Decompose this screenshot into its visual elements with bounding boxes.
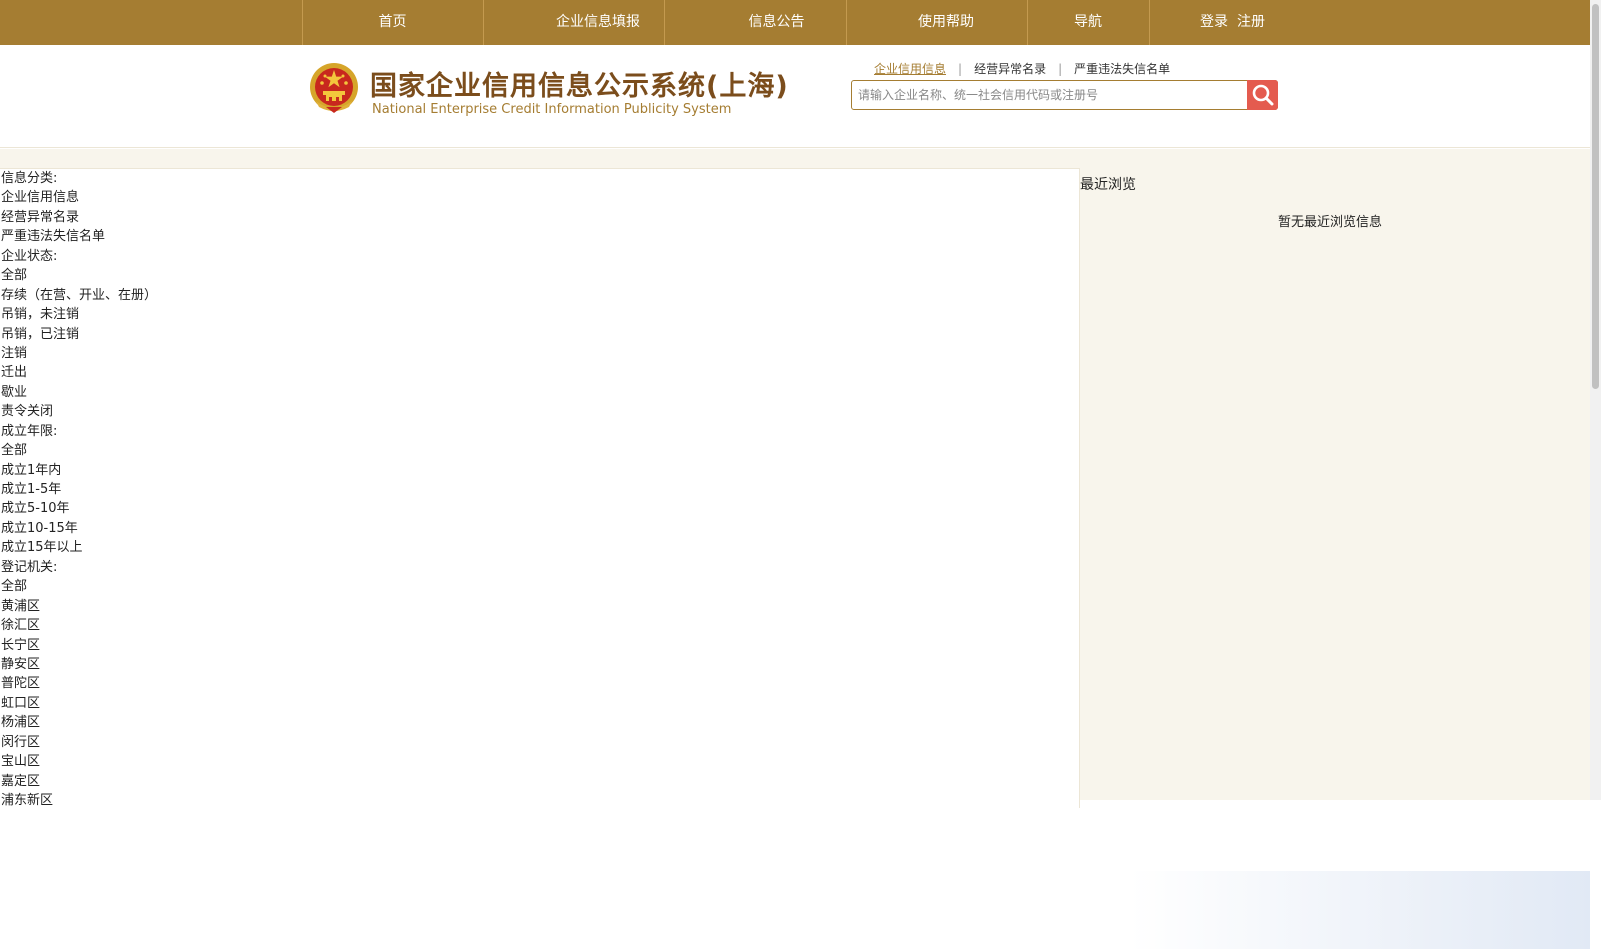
filter-option[interactable]: 成立5-10年 xyxy=(0,499,1079,518)
filter-option[interactable]: 迁出 xyxy=(0,363,1079,382)
tab-enterprise-credit[interactable]: 企业信用信息 xyxy=(874,60,946,77)
corner-overlay xyxy=(1130,871,1590,949)
site-header: 国家企业信用信息公示系统(上海) National Enterprise Cre… xyxy=(0,45,1590,148)
filter-option[interactable]: 普陀区 xyxy=(0,674,1079,693)
filter-option[interactable]: 成立15年以上 xyxy=(0,538,1079,557)
tab-divider: | xyxy=(958,62,963,76)
filter-option[interactable]: 歇业 xyxy=(0,383,1079,402)
filter-option[interactable]: 成立1年内 xyxy=(0,461,1079,480)
recent-browse-empty-message: 暂无最近浏览信息 xyxy=(1278,215,1383,230)
filter-option[interactable]: 成立10-15年 xyxy=(0,519,1079,538)
site-title[interactable]: 国家企业信用信息公示系统(上海) xyxy=(370,64,789,103)
recent-browse-panel: 最近浏览 暂无最近浏览信息 xyxy=(1080,168,1590,808)
filter-option[interactable]: 严重违法失信名单 xyxy=(0,227,1079,246)
filter-option[interactable]: 责令关闭 xyxy=(0,402,1079,421)
nav-item-home[interactable]: 首页 xyxy=(302,0,483,45)
filter-option[interactable]: 注销 xyxy=(0,344,1079,363)
login-link[interactable]: 登录 xyxy=(1194,0,1234,45)
filter-option[interactable]: 静安区 xyxy=(0,655,1079,674)
search-tabs: 企业信用信息 | 经营异常名录 | 严重违法失信名单 xyxy=(874,60,1170,77)
filter-option[interactable]: 全部 xyxy=(0,577,1079,596)
search-button[interactable] xyxy=(1247,80,1278,110)
nav-item-help[interactable]: 使用帮助 xyxy=(846,0,1046,45)
filter-option[interactable]: 宝山区 xyxy=(0,752,1079,771)
national-emblem-icon[interactable] xyxy=(308,61,360,115)
site-subtitle: National Enterprise Credit Information P… xyxy=(372,102,732,117)
filter-option[interactable]: 杨浦区 xyxy=(0,713,1079,732)
page-scrollbar[interactable] xyxy=(1590,0,1601,800)
search-icon xyxy=(1252,84,1274,106)
nav-item-navigation[interactable]: 导航 xyxy=(1027,0,1149,45)
filter-option[interactable]: 存续（在营、开业、在册） xyxy=(0,286,1079,305)
filter-option[interactable]: 徐汇区 xyxy=(0,616,1079,635)
top-nav-bar: 首页 企业信息填报 信息公告 使用帮助 导航 登录 注册 xyxy=(0,0,1590,45)
filter-group-heading: 信息分类: xyxy=(1,171,58,186)
filter-option[interactable]: 黄浦区 xyxy=(0,597,1079,616)
recent-browse-title: 最近浏览 xyxy=(1080,177,1136,193)
filter-option[interactable]: 全部 xyxy=(0,441,1079,460)
tab-divider: | xyxy=(1058,62,1063,76)
search-input[interactable] xyxy=(852,81,1248,109)
filter-option[interactable]: 嘉定区 xyxy=(0,772,1079,791)
filter-option[interactable]: 全部 xyxy=(0,266,1079,285)
main-content: 信息分类: 企业信用信息 经营异常名录 严重违法失信名单 企业状态: 全部 存续（在营、开业… xyxy=(0,149,1590,949)
filter-option[interactable]: 虹口区 xyxy=(0,694,1079,713)
register-link[interactable]: 注册 xyxy=(1231,0,1271,45)
nav-divider xyxy=(1149,0,1150,45)
scrollbar-thumb[interactable] xyxy=(1592,4,1599,389)
filter-group-heading: 登记机关: xyxy=(1,559,58,575)
filter-group-heading: 成立年限: xyxy=(1,423,58,439)
filter-option[interactable]: 闵行区 xyxy=(0,733,1079,752)
filter-option[interactable]: 经营异常名录 xyxy=(0,208,1079,227)
tab-serious-violation[interactable]: 严重违法失信名单 xyxy=(1074,60,1170,77)
search-box xyxy=(851,80,1278,110)
filter-option[interactable]: 企业信用信息 xyxy=(0,188,1079,207)
tab-abnormal-operation[interactable]: 经营异常名录 xyxy=(974,60,1046,77)
filter-group-heading: 企业状态: xyxy=(1,248,58,264)
filter-option[interactable]: 长宁区 xyxy=(0,636,1079,655)
filter-option[interactable]: 吊销，未注销 xyxy=(0,305,1079,324)
filter-option[interactable]: 成立1-5年 xyxy=(0,480,1079,499)
filter-option[interactable]: 吊销，已注销 xyxy=(0,325,1079,344)
filter-panel: 信息分类: 企业信用信息 经营异常名录 严重违法失信名单 企业状态: 全部 存续（在营、开业… xyxy=(0,168,1080,808)
